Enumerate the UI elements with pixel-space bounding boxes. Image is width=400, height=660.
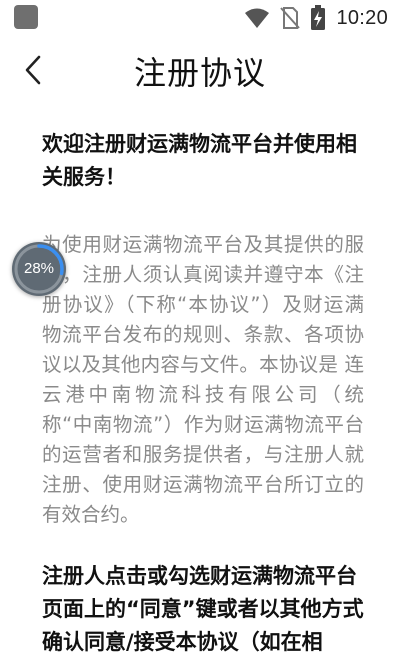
app-header: 注册协议 <box>0 36 400 104</box>
battery-charging-icon <box>311 5 326 30</box>
agreement-heading-consent: 注册人点击或勾选财运满物流平台页面上的“同意”键或者以其他方式确认同意/接受本协… <box>42 564 364 654</box>
wifi-icon <box>245 8 270 28</box>
app-notification-icon <box>14 5 38 29</box>
agreement-heading-welcome: 欢迎注册财运满物流平台并使用相关服务！ <box>42 132 357 189</box>
page-title: 注册协议 <box>133 54 266 92</box>
agreement-paragraph: 为使用财运满物流平台及其提供的服务，注册人须认真阅读并遵守本《注册协议》（下称“… <box>42 233 364 526</box>
no-sim-icon <box>280 7 301 29</box>
progress-percent-label: 28% <box>23 260 55 277</box>
status-bar: 10:20 <box>0 0 400 36</box>
progress-floating-button[interactable]: 28% <box>12 242 66 296</box>
agreement-content[interactable]: 欢迎注册财运满物流平台并使用相关服务！ 为使用财运满物流平台及其提供的服务，注册… <box>42 128 364 660</box>
status-icons: 10:20 <box>244 4 388 32</box>
status-time: 10:20 <box>336 6 388 29</box>
